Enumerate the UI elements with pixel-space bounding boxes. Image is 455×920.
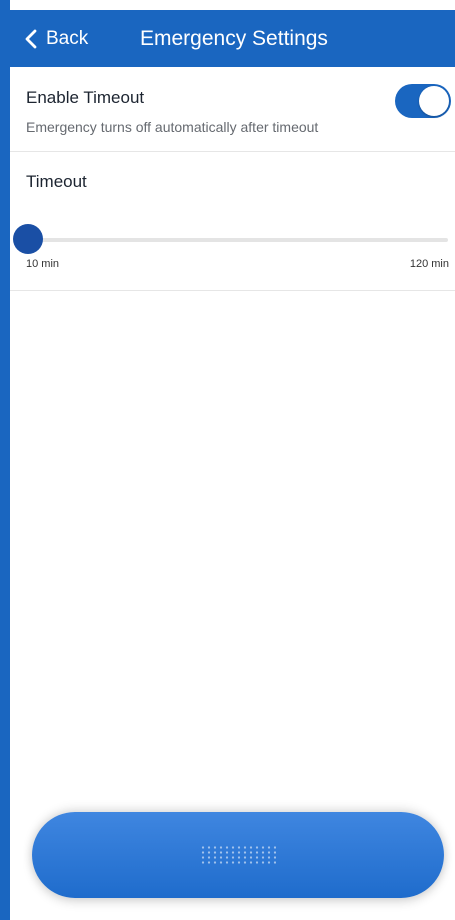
- back-label: Back: [46, 27, 89, 49]
- enable-timeout-toggle[interactable]: [395, 84, 451, 118]
- page-title: Emergency Settings: [140, 26, 328, 50]
- chevron-left-icon: [25, 29, 37, 48]
- timeout-max-label: 120 min: [409, 258, 449, 270]
- navigation-bar: Back Emergency Settings: [10, 10, 455, 67]
- timeout-min-label: 10 min: [26, 258, 60, 270]
- grip-dots-icon: [200, 845, 276, 865]
- timeout-slider-track[interactable]: [28, 238, 448, 242]
- bottom-drawer-handle[interactable]: [32, 812, 444, 898]
- enable-timeout-row: Enable Timeout Emergency turns off autom…: [10, 67, 455, 152]
- enable-timeout-label: Enable Timeout: [26, 88, 145, 107]
- enable-timeout-description: Emergency turns off automatically after …: [26, 119, 319, 135]
- timeout-slider-thumb[interactable]: [13, 224, 43, 254]
- timeout-label: Timeout: [26, 172, 87, 191]
- toggle-knob: [419, 86, 449, 116]
- timeout-row: Timeout 10 min 120 min: [10, 152, 455, 291]
- back-button[interactable]: Back: [22, 10, 88, 67]
